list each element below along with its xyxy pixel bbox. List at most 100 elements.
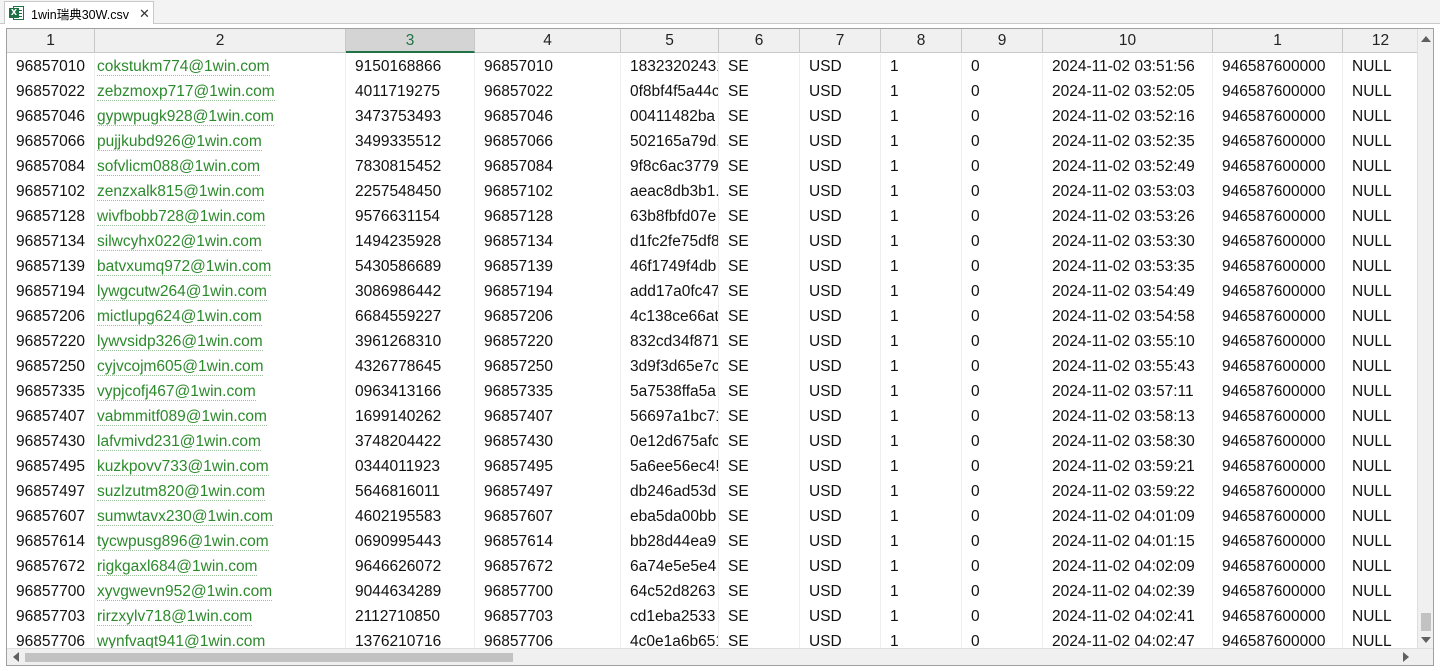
table-cell[interactable]: 96857607: [475, 504, 621, 529]
email-link[interactable]: cyjvcojm605@1win.com: [97, 358, 264, 376]
table-cell[interactable]: 2024-11-02 03:59:21: [1043, 454, 1213, 479]
table-cell[interactable]: 0: [962, 129, 1043, 154]
email-link[interactable]: wivfbobb728@1win.com: [97, 208, 266, 226]
table-cell[interactable]: 2024-11-02 03:52:16: [1043, 104, 1213, 129]
column-header[interactable]: 2: [95, 29, 346, 53]
table-cell[interactable]: SE: [719, 479, 800, 504]
table-cell[interactable]: 1: [881, 79, 962, 104]
table-cell[interactable]: 0e12d675afc: [621, 429, 719, 454]
table-cell[interactable]: tycwpusg896@1win.com: [95, 529, 346, 554]
table-cell[interactable]: 96857220: [475, 329, 621, 354]
table-cell[interactable]: lywgcutw264@1win.com: [95, 279, 346, 304]
table-cell[interactable]: 1: [881, 204, 962, 229]
table-cell[interactable]: 63b8fbfd07e: [621, 204, 719, 229]
table-cell[interactable]: rirzxylv718@1win.com: [95, 604, 346, 629]
table-cell[interactable]: 9044634289: [346, 579, 475, 604]
table-cell[interactable]: USD: [800, 604, 881, 629]
table-cell[interactable]: 5a7538ffa5a: [621, 379, 719, 404]
table-cell[interactable]: mictlupg624@1win.com: [95, 304, 346, 329]
table-cell[interactable]: 5a6ee56ec4!: [621, 454, 719, 479]
table-cell[interactable]: 96857672: [7, 554, 95, 579]
table-cell[interactable]: USD: [800, 79, 881, 104]
table-cell[interactable]: 96857194: [475, 279, 621, 304]
table-cell[interactable]: aeac8db3b1.: [621, 179, 719, 204]
table-cell[interactable]: SE: [719, 504, 800, 529]
table-cell[interactable]: cokstukm774@1win.com: [95, 54, 346, 79]
table-cell[interactable]: 1: [881, 404, 962, 429]
table-cell[interactable]: USD: [800, 429, 881, 454]
table-cell[interactable]: 946587600000: [1213, 354, 1343, 379]
vertical-scrollbar[interactable]: [1417, 29, 1433, 649]
table-cell[interactable]: 96857497: [475, 479, 621, 504]
email-link[interactable]: tycwpusg896@1win.com: [97, 533, 269, 551]
table-cell[interactable]: 2024-11-02 04:02:09: [1043, 554, 1213, 579]
table-cell[interactable]: 96857102: [7, 179, 95, 204]
table-cell[interactable]: NULL: [1343, 604, 1419, 629]
table-cell[interactable]: 1376210716: [346, 629, 475, 648]
table-cell[interactable]: 96857614: [475, 529, 621, 554]
table-cell[interactable]: add17a0fc47: [621, 279, 719, 304]
table-cell[interactable]: 0: [962, 154, 1043, 179]
table-cell[interactable]: 2257548450: [346, 179, 475, 204]
table-cell[interactable]: 18323202431: [621, 54, 719, 79]
table-cell[interactable]: 946587600000: [1213, 504, 1343, 529]
table-cell[interactable]: USD: [800, 129, 881, 154]
column-header[interactable]: 3: [346, 29, 475, 53]
table-cell[interactable]: SE: [719, 429, 800, 454]
table-cell[interactable]: sumwtavx230@1win.com: [95, 504, 346, 529]
table-cell[interactable]: 0: [962, 79, 1043, 104]
table-cell[interactable]: SE: [719, 604, 800, 629]
table-cell[interactable]: USD: [800, 454, 881, 479]
table-cell[interactable]: USD: [800, 304, 881, 329]
email-link[interactable]: rigkgaxl684@1win.com: [97, 558, 258, 576]
table-cell[interactable]: NULL: [1343, 79, 1419, 104]
table-cell[interactable]: 946587600000: [1213, 104, 1343, 129]
table-cell[interactable]: 96857607: [7, 504, 95, 529]
table-cell[interactable]: SE: [719, 154, 800, 179]
table-cell[interactable]: 1: [881, 279, 962, 304]
email-link[interactable]: batvxumq972@1win.com: [97, 258, 272, 276]
table-cell[interactable]: 1: [881, 529, 962, 554]
table-cell[interactable]: 946587600000: [1213, 629, 1343, 648]
table-cell[interactable]: NULL: [1343, 454, 1419, 479]
table-cell[interactable]: 96857022: [475, 79, 621, 104]
table-cell[interactable]: 0963413166: [346, 379, 475, 404]
table-cell[interactable]: vypjcofj467@1win.com: [95, 379, 346, 404]
table-cell[interactable]: 5430586689: [346, 254, 475, 279]
table-cell[interactable]: NULL: [1343, 504, 1419, 529]
table-cell[interactable]: NULL: [1343, 429, 1419, 454]
table-cell[interactable]: 946587600000: [1213, 479, 1343, 504]
file-tab[interactable]: X 1win瑞典30W.csv ✕: [4, 1, 154, 24]
table-cell[interactable]: 1: [881, 54, 962, 79]
table-cell[interactable]: 96857706: [475, 629, 621, 648]
table-cell[interactable]: USD: [800, 279, 881, 304]
table-cell[interactable]: USD: [800, 204, 881, 229]
table-cell[interactable]: 3473753493: [346, 104, 475, 129]
table-cell[interactable]: 0: [962, 479, 1043, 504]
table-cell[interactable]: 2024-11-02 03:57:11: [1043, 379, 1213, 404]
table-cell[interactable]: SE: [719, 379, 800, 404]
table-cell[interactable]: 3086986442: [346, 279, 475, 304]
table-cell[interactable]: 3499335512: [346, 129, 475, 154]
table-cell[interactable]: SE: [719, 229, 800, 254]
table-cell[interactable]: 946587600000: [1213, 279, 1343, 304]
table-cell[interactable]: 1: [881, 179, 962, 204]
table-cell[interactable]: 1: [881, 629, 962, 648]
table-cell[interactable]: 1: [881, 604, 962, 629]
table-cell[interactable]: wynfvaqt941@1win.com: [95, 629, 346, 648]
table-cell[interactable]: 946587600000: [1213, 179, 1343, 204]
column-header[interactable]: 6: [719, 29, 800, 53]
table-cell[interactable]: 96857102: [475, 179, 621, 204]
table-cell[interactable]: NULL: [1343, 379, 1419, 404]
table-cell[interactable]: NULL: [1343, 204, 1419, 229]
table-cell[interactable]: 2024-11-02 03:59:22: [1043, 479, 1213, 504]
table-cell[interactable]: 0: [962, 254, 1043, 279]
table-cell[interactable]: 5646816011: [346, 479, 475, 504]
email-link[interactable]: vabmmitf089@1win.com: [97, 408, 267, 426]
table-cell[interactable]: 4c0e1a6b651: [621, 629, 719, 648]
table-cell[interactable]: 1: [881, 504, 962, 529]
table-cell[interactable]: 3961268310: [346, 329, 475, 354]
table-cell[interactable]: 946587600000: [1213, 229, 1343, 254]
table-cell[interactable]: 1: [881, 104, 962, 129]
table-cell[interactable]: 64c52d8263: [621, 579, 719, 604]
